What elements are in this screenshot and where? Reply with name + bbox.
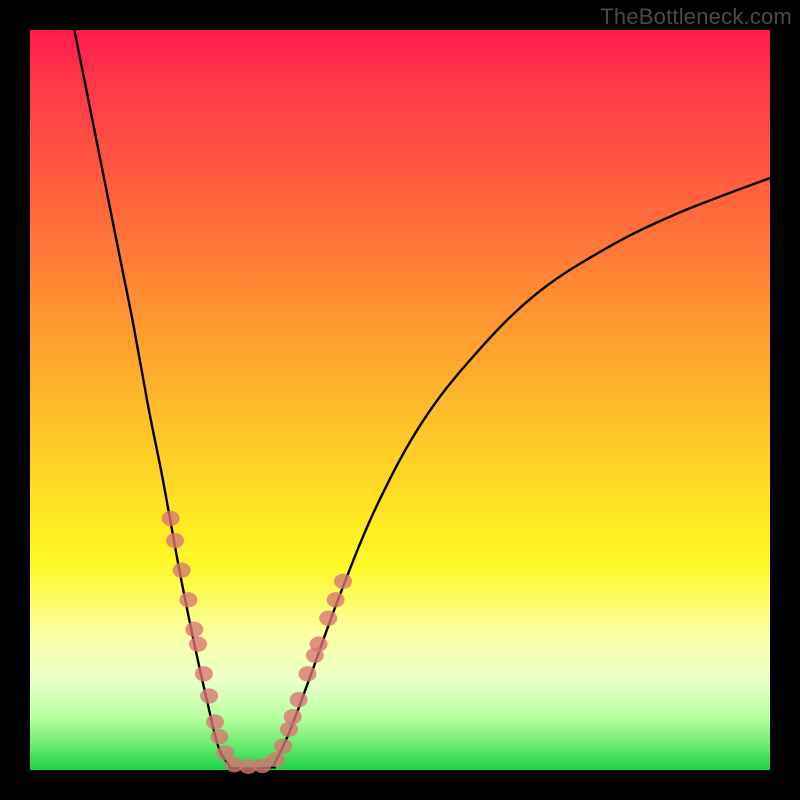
- data-marker: [179, 592, 197, 607]
- data-marker: [284, 709, 302, 724]
- data-marker: [310, 637, 328, 652]
- data-marker: [267, 752, 285, 767]
- data-marker: [299, 666, 317, 681]
- data-marker: [274, 739, 292, 754]
- bottleneck-curve: [74, 30, 770, 769]
- data-marker: [185, 622, 203, 637]
- curve-markers: [162, 511, 352, 774]
- data-marker: [334, 574, 352, 589]
- watermark-text: TheBottleneck.com: [600, 4, 792, 30]
- data-marker: [189, 637, 207, 652]
- curve-layer: [30, 30, 770, 770]
- data-marker: [319, 611, 337, 626]
- data-marker: [210, 729, 228, 744]
- data-marker: [195, 666, 213, 681]
- data-marker: [290, 692, 308, 707]
- data-marker: [327, 592, 345, 607]
- data-marker: [173, 563, 191, 578]
- plot-area: [30, 30, 770, 770]
- data-marker: [200, 688, 218, 703]
- data-marker: [166, 533, 184, 548]
- outer-frame: TheBottleneck.com: [0, 0, 800, 800]
- data-marker: [162, 511, 180, 526]
- data-marker: [206, 714, 224, 729]
